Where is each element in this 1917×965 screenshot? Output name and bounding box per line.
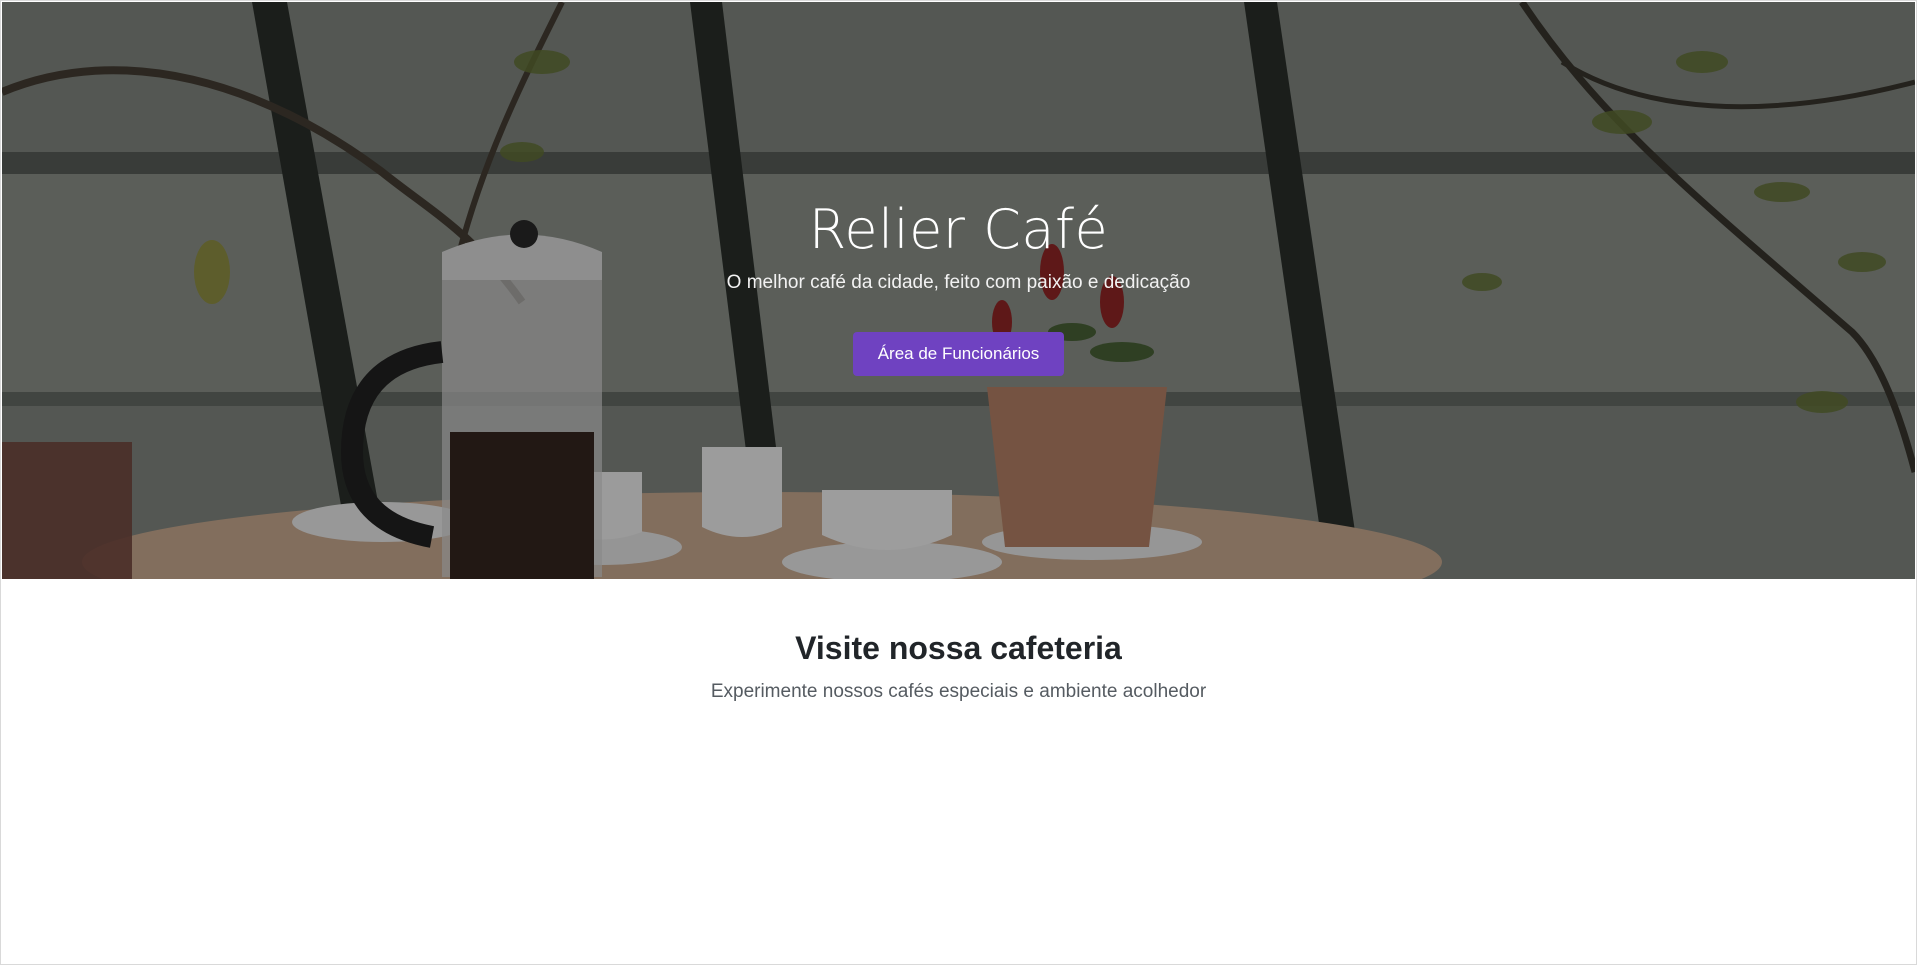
visit-section-subtitle: Experimente nossos cafés especiais e amb… <box>710 681 1207 702</box>
hero-subtitle: O melhor café da cidade, feito com paixã… <box>726 272 1191 293</box>
hero-content: Relier Café O melhor café da cidade, fei… <box>2 198 1915 376</box>
page: Relier Café O melhor café da cidade, fei… <box>0 0 1917 965</box>
hero-title: Relier Café <box>808 198 1109 261</box>
visit-section-title: Visite nossa cafeteria <box>795 630 1122 666</box>
hero-banner: Relier Café O melhor café da cidade, fei… <box>2 2 1915 579</box>
visit-section: Visite nossa cafeteria Experimente nosso… <box>1 627 1916 705</box>
employee-area-button[interactable]: Área de Funcionários <box>852 332 1065 376</box>
